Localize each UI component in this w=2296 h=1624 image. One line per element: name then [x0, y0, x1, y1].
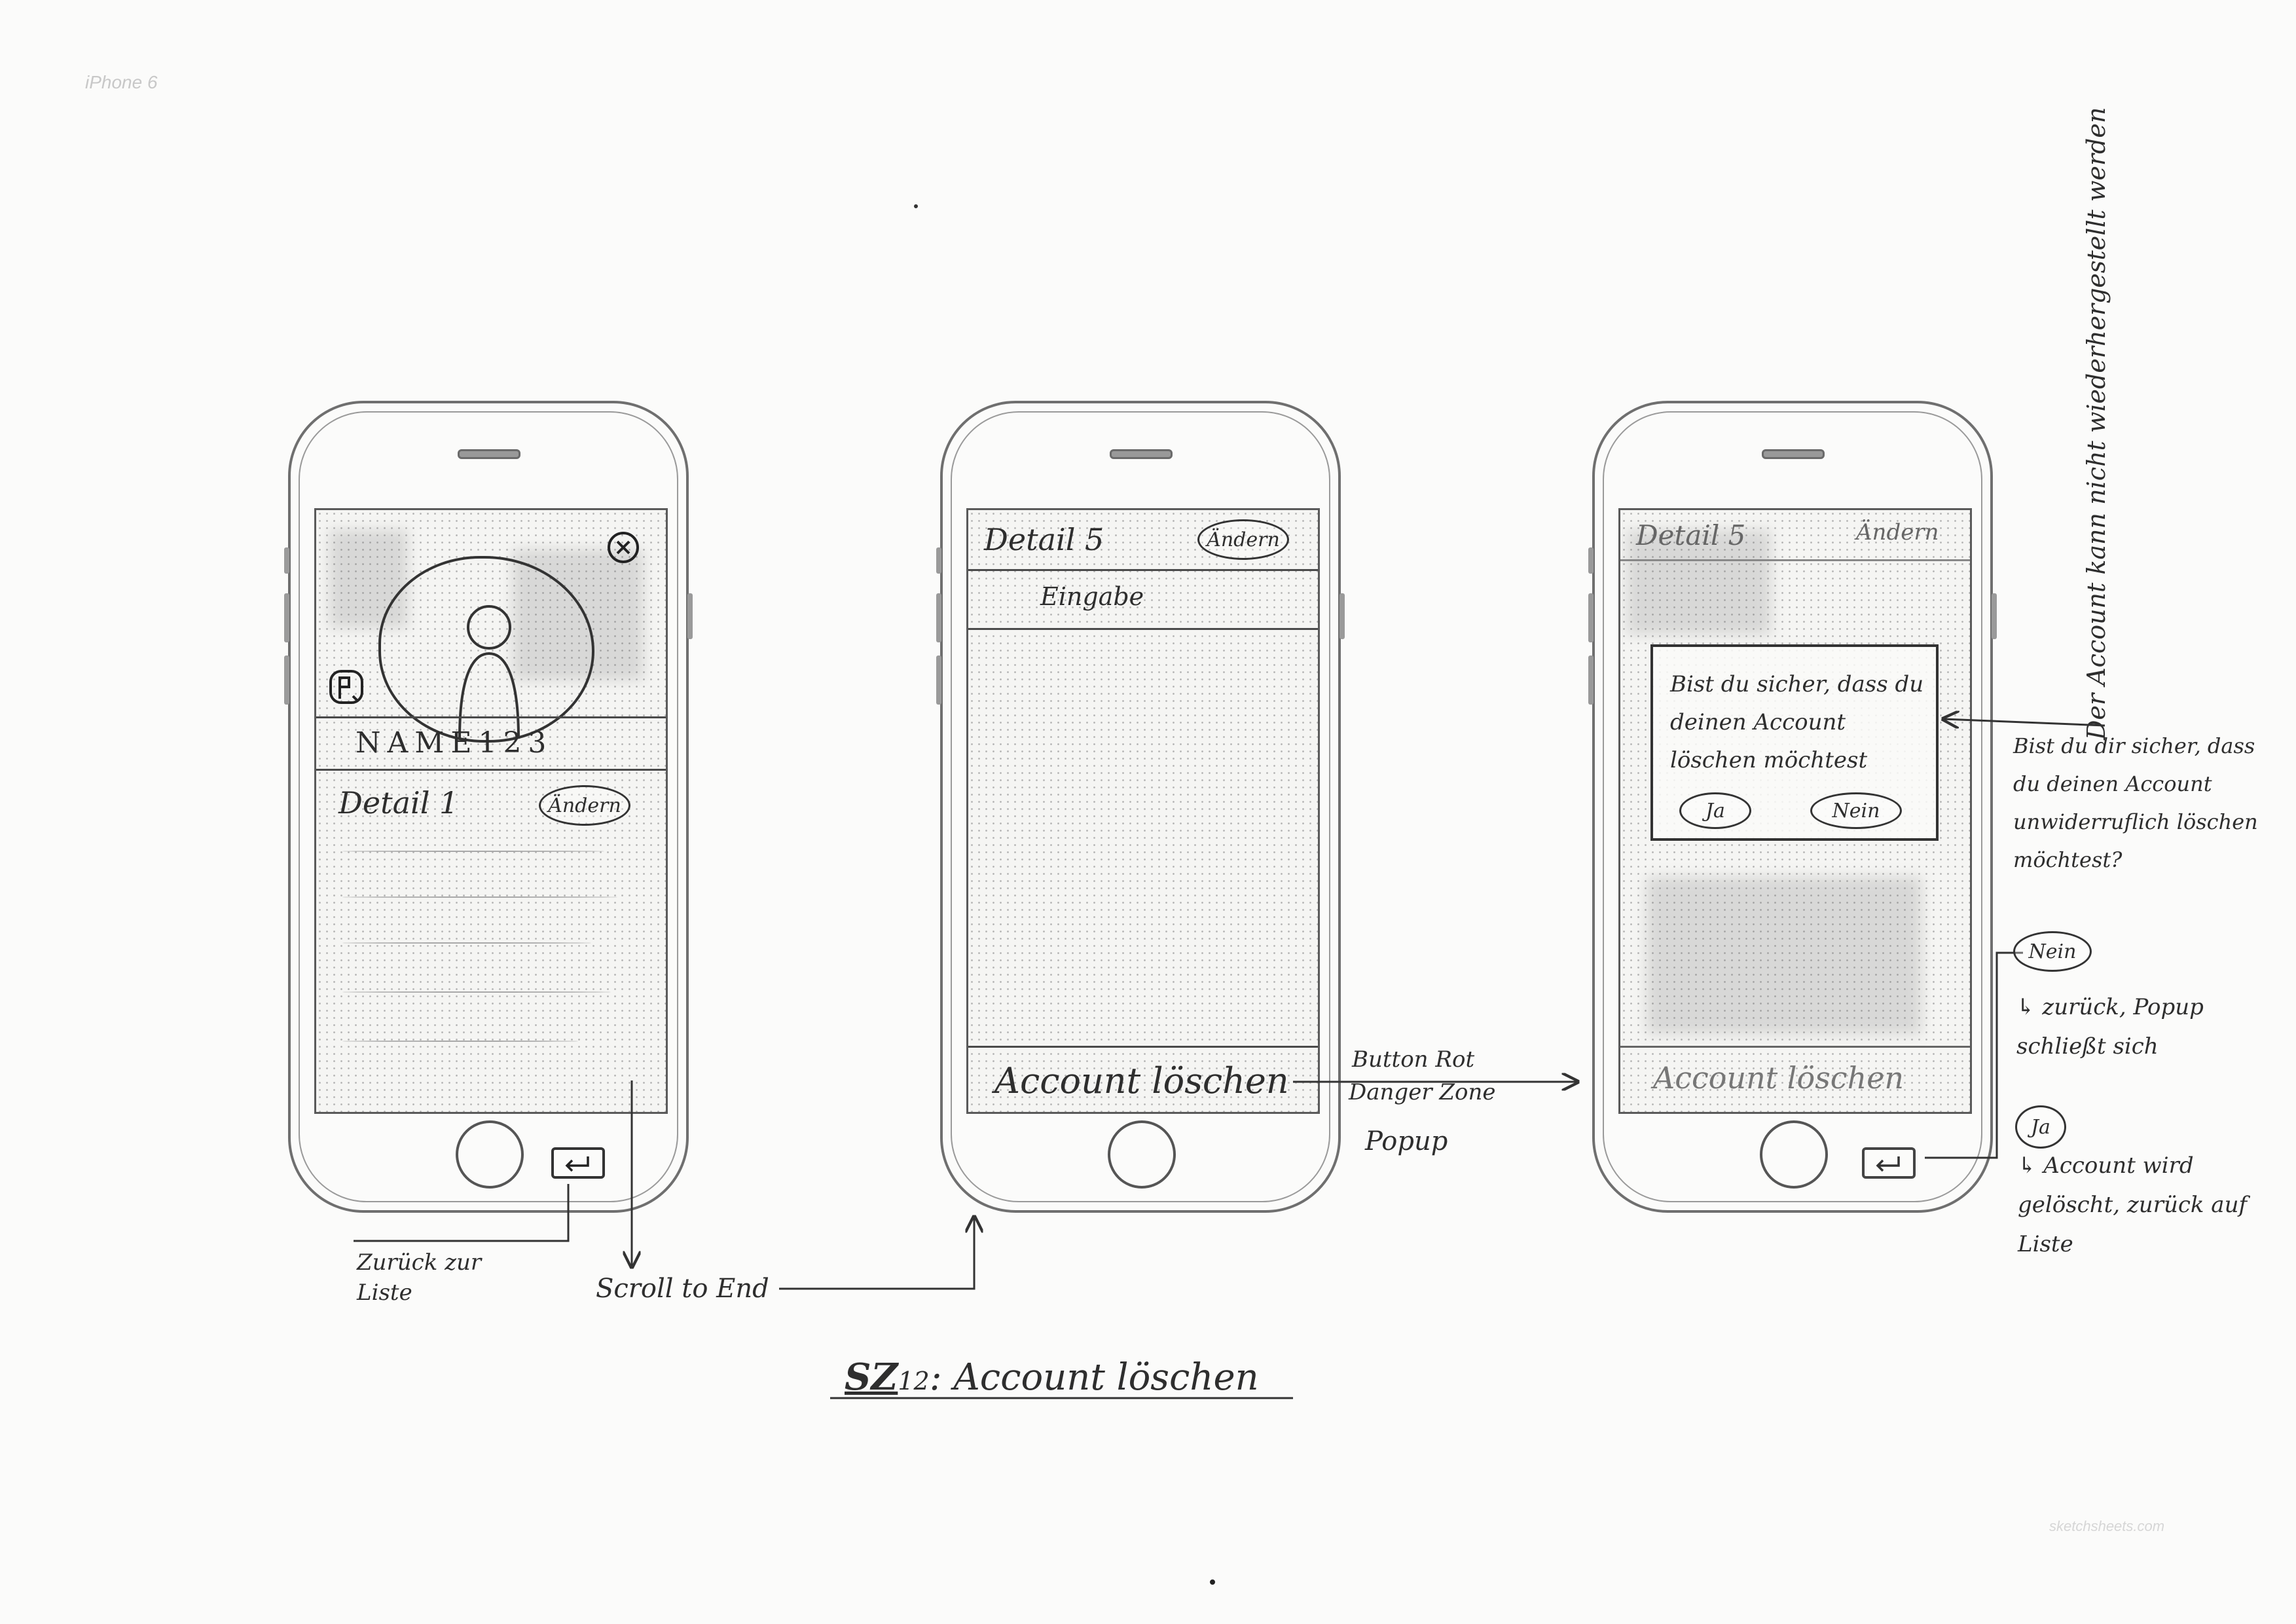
back-note-connector: [354, 1184, 570, 1242]
no-note-label: Nein: [2028, 940, 2077, 963]
button-note-line-1: Button Rot: [1352, 1046, 1475, 1073]
popup-question-note: Bist du dir sicher, dass du deinen Accou…: [2013, 733, 2258, 872]
scroll-note: Scroll to End: [596, 1274, 769, 1304]
yes-result-note: ↳ Account wird gelöscht, zurück auf List…: [2018, 1153, 2248, 1257]
yes-note-label: Ja: [2031, 1115, 2050, 1139]
page-title: SZ12: Account löschen: [845, 1356, 1259, 1399]
popup-note-arrow: [1943, 719, 2105, 726]
scroll-to-phone-2-arrow: [779, 1217, 974, 1290]
back-note: Zurück zur Liste: [357, 1249, 482, 1306]
title-number: 12: [898, 1367, 930, 1395]
no-yes-connector: [1925, 951, 2023, 1159]
button-note-line-2: Danger Zone: [1349, 1079, 1496, 1105]
no-result-note: ↳ zurück, Popup schließt sich: [2016, 994, 2204, 1060]
yes-note-badge: Ja: [2015, 1105, 2066, 1149]
no-note-badge: Nein: [2013, 931, 2092, 972]
title-rest: : Account löschen: [929, 1356, 1259, 1399]
popup-note: Popup: [1365, 1126, 1448, 1156]
title-prefix: SZ: [845, 1356, 898, 1399]
